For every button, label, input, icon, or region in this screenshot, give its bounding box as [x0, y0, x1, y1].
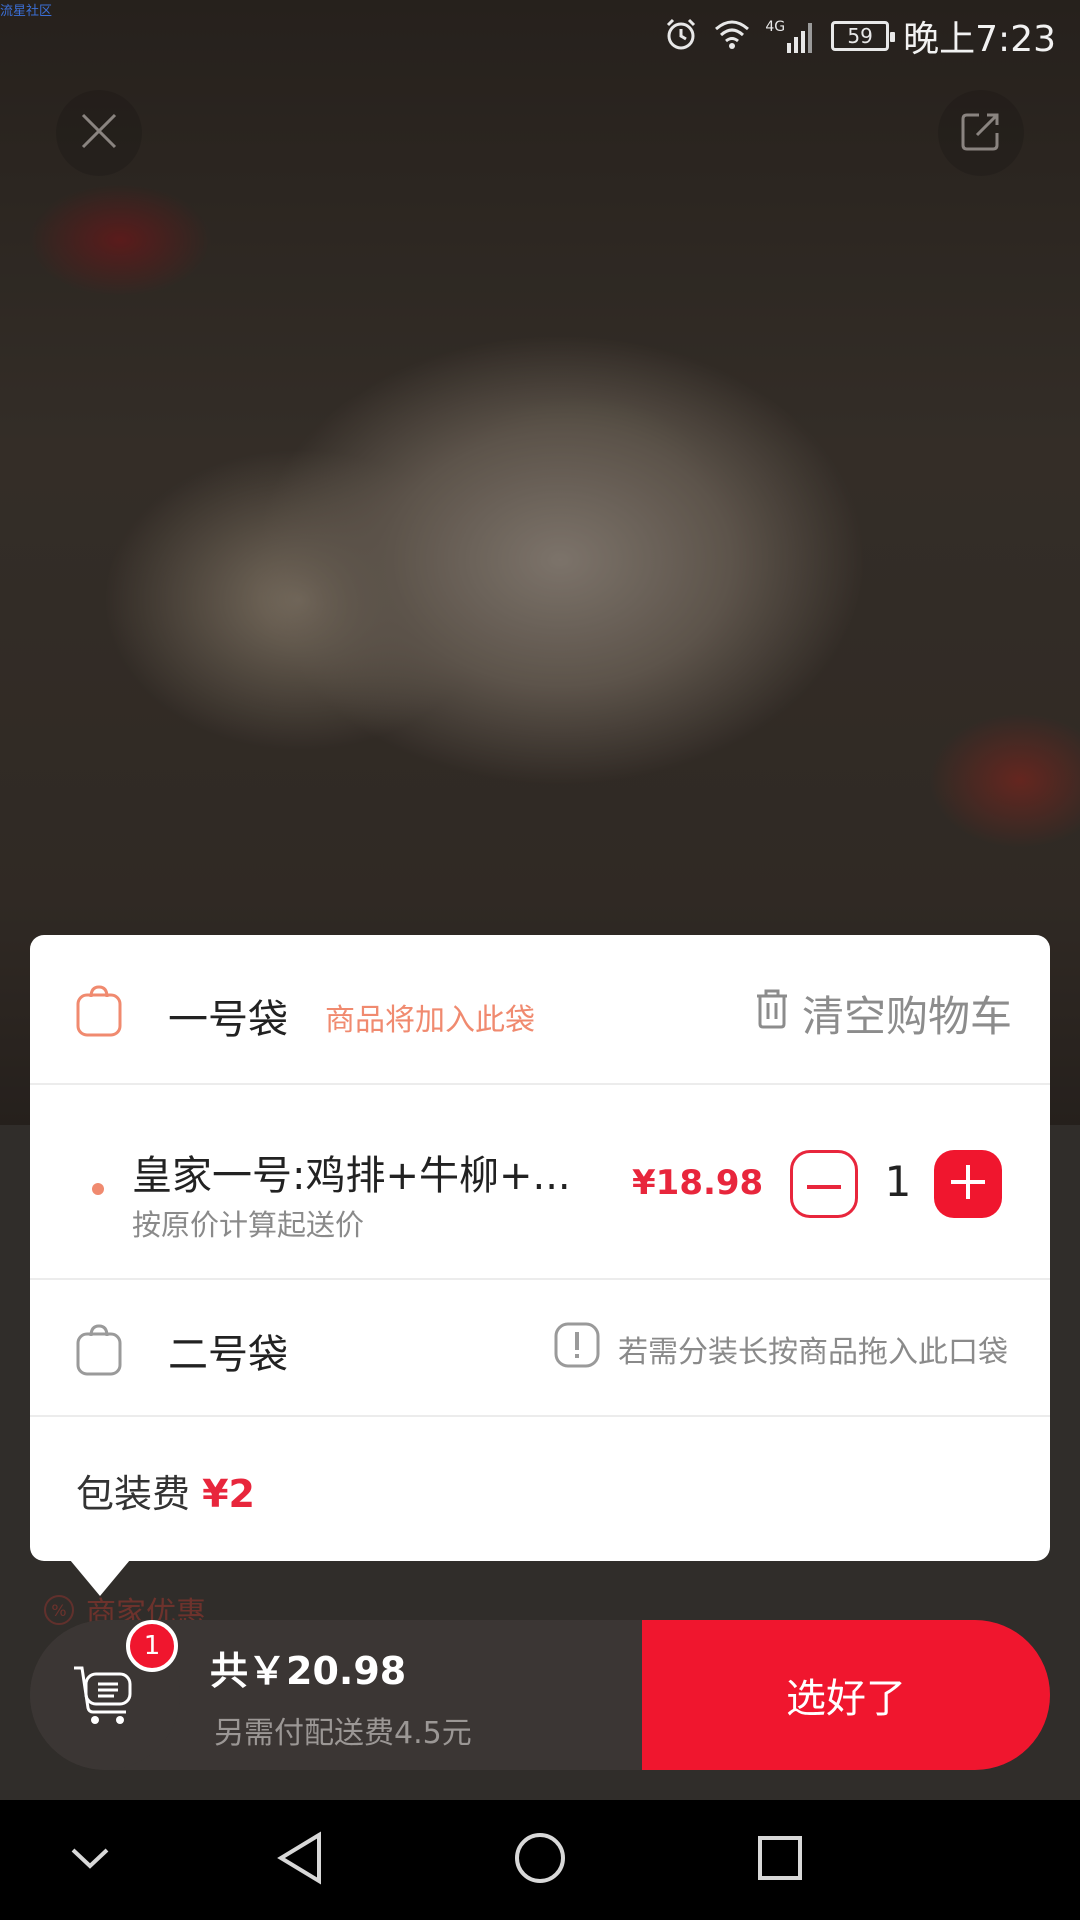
hide-keyboard-button[interactable]: [50, 1820, 130, 1900]
checkout-bar: 共￥20.98 另需付配送费4.5元 选好了: [30, 1620, 1050, 1770]
decrease-quantity-button[interactable]: [790, 1150, 858, 1218]
trash-icon: [754, 988, 790, 1040]
bag-two-hint: 若需分装长按商品拖入此口袋: [554, 1322, 1008, 1376]
home-button[interactable]: [500, 1820, 580, 1900]
confirm-label: 选好了: [786, 1676, 906, 1722]
packaging-fee-row: 包装费 ¥2: [30, 1417, 1050, 1561]
bag-two-hint-text: 若需分装长按商品拖入此口袋: [618, 1335, 1008, 1370]
recents-square-icon: [756, 1834, 804, 1886]
confirm-button[interactable]: 选好了: [642, 1620, 1050, 1770]
cart-count-badge: 1: [126, 1620, 178, 1672]
clear-cart-button[interactable]: 清空购物车: [754, 983, 1012, 1044]
share-icon: [959, 109, 1003, 157]
recents-button[interactable]: [740, 1820, 820, 1900]
close-icon: [79, 111, 119, 155]
signal-icon: 4G: [765, 19, 817, 53]
network-label: 4G: [765, 19, 786, 35]
bag-one-note: 商品将加入此袋: [325, 1003, 535, 1038]
bag-one-title: 一号袋: [168, 997, 288, 1043]
order-total: 共￥20.98: [210, 1649, 407, 1693]
back-button[interactable]: [260, 1820, 340, 1900]
delivery-fee-note: 另需付配送费4.5元: [214, 1716, 472, 1751]
clear-cart-label: 清空购物车: [801, 992, 1012, 1041]
home-circle-icon: [513, 1831, 567, 1889]
item-note: 按原价计算起送价: [132, 1208, 365, 1242]
bag-two-row[interactable]: 二号袋 若需分装长按商品拖入此口袋: [30, 1280, 1050, 1417]
packaging-fee-label: 包装费: [76, 1472, 191, 1516]
share-button[interactable]: [938, 90, 1024, 176]
item-quantity: 1: [884, 1157, 912, 1206]
item-name: 皇家一号:鸡排+牛柳+...: [132, 1153, 571, 1199]
packaging-fee: 包装费 ¥2: [76, 1463, 255, 1518]
increase-quantity-button[interactable]: [934, 1150, 1002, 1218]
system-nav-bar: [0, 1800, 1080, 1920]
shopping-bag-icon: [74, 983, 124, 1043]
shopping-bag-icon: [74, 1322, 124, 1382]
plus-icon: [951, 1165, 985, 1203]
back-triangle-icon: [275, 1831, 325, 1889]
alarm-icon: [663, 16, 699, 56]
minus-icon: [807, 1175, 841, 1194]
packaging-fee-value: ¥2: [202, 1472, 255, 1516]
item-bullet: [92, 1183, 104, 1195]
bag-one-row[interactable]: 一号袋 商品将加入此袋 清空购物车: [30, 935, 1050, 1085]
cart-icon: [70, 1658, 140, 1732]
status-time: 晚上7:23: [903, 19, 1056, 60]
bag-two-title: 二号袋: [168, 1332, 288, 1378]
battery-icon: 59: [831, 21, 896, 51]
back-chevron-icon: [70, 1846, 110, 1874]
cart-item-row: 皇家一号:鸡排+牛柳+... 按原价计算起送价 ¥18.98 1: [30, 1085, 1050, 1280]
exclamation-icon: [554, 1322, 600, 1376]
panel-pointer: [70, 1560, 130, 1596]
close-button[interactable]: [56, 90, 142, 176]
item-price: ¥18.98: [632, 1163, 764, 1203]
status-bar: 4G 59 晚上7:23: [0, 0, 1080, 72]
wifi-icon: [713, 17, 751, 55]
cart-panel: 一号袋 商品将加入此袋 清空购物车 皇家一号:鸡排+牛柳+... 按原价计算起送…: [30, 935, 1050, 1561]
